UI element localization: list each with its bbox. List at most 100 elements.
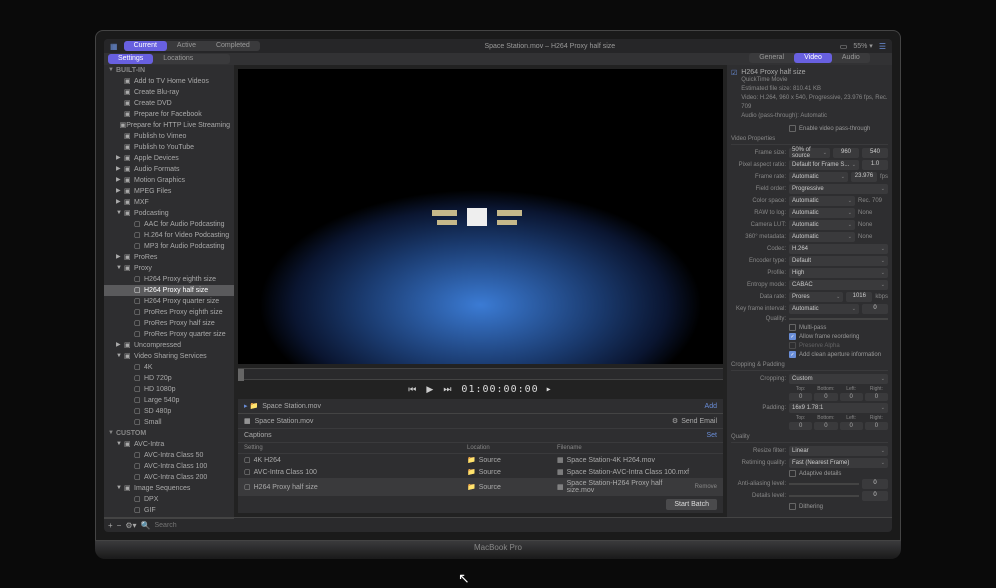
prop-select[interactable]: Prores⌄: [789, 292, 843, 302]
tree-item[interactable]: ▶▣MXF: [104, 197, 234, 208]
checkbox[interactable]: ✓: [789, 351, 796, 358]
batch-row[interactable]: ▢H264 Proxy half size📁Source▦Space Stati…: [238, 478, 723, 496]
prop-value[interactable]: 540: [862, 148, 888, 158]
skip-forward-button[interactable]: ⏭: [443, 384, 451, 395]
preset-menu-button[interactable]: ⚙▾: [125, 521, 136, 530]
checkbox[interactable]: [789, 342, 796, 349]
tree-item[interactable]: ▼▣Podcasting: [104, 208, 234, 219]
quality-prop-select[interactable]: Linear⌄: [789, 446, 888, 456]
tree-item[interactable]: ▢Small: [104, 417, 234, 428]
prop-select[interactable]: CABAC⌄: [789, 280, 888, 290]
tree-item[interactable]: ▣Prepare for HTTP Live Streaming: [104, 120, 234, 131]
tab-locations[interactable]: Locations: [153, 54, 203, 64]
tree-item[interactable]: ▢TGA: [104, 516, 234, 517]
tree-item[interactable]: ▼▣Image Sequences: [104, 483, 234, 494]
quality-prop-select[interactable]: Fast (Nearest Frame)⌄: [789, 458, 888, 468]
tab-video[interactable]: Video: [794, 53, 832, 63]
detail-slider[interactable]: [789, 495, 859, 497]
prop-value[interactable]: 23.976: [851, 172, 877, 182]
zoom-select[interactable]: 55% ▾: [853, 42, 872, 50]
preset-check-icon[interactable]: ☑: [731, 69, 737, 77]
prop-select[interactable]: Progressive⌄: [789, 184, 888, 194]
tree-item[interactable]: ▣Create DVD: [104, 98, 234, 109]
aa-slider[interactable]: [789, 483, 859, 485]
play-button[interactable]: ▶: [426, 384, 433, 395]
adaptive-checkbox[interactable]: [789, 470, 796, 477]
aa-value[interactable]: 0: [862, 479, 888, 489]
add-button[interactable]: Add: [705, 403, 717, 410]
dithering-checkbox[interactable]: [789, 503, 796, 510]
quality-slider[interactable]: [789, 318, 888, 320]
skip-back-button[interactable]: ⏮: [408, 384, 416, 395]
batch-row[interactable]: ▢AVC-Intra Class 100📁Source▦Space Statio…: [238, 466, 723, 478]
tree-item[interactable]: ▶▣MPEG Files: [104, 186, 234, 197]
tree-item[interactable]: ▢AVC-Intra Class 50: [104, 450, 234, 461]
tab-general[interactable]: General: [749, 53, 794, 63]
tree-item[interactable]: ▣Create Blu-ray: [104, 87, 234, 98]
tree-item[interactable]: ▢DPX: [104, 494, 234, 505]
prop-select[interactable]: Automatic⌄: [789, 220, 855, 230]
prop-select[interactable]: Automatic⌄: [789, 232, 855, 242]
tree-item[interactable]: ▢HD 1080p: [104, 384, 234, 395]
prop-select[interactable]: Default⌄: [789, 256, 888, 266]
tree-item[interactable]: ▢H.264 for Video Podcasting: [104, 230, 234, 241]
inspector-toggle-icon[interactable]: ☰: [879, 42, 886, 51]
tab-settings[interactable]: Settings: [108, 54, 153, 64]
gear-icon[interactable]: ⚙: [672, 417, 678, 425]
prop-select[interactable]: Automatic⌄: [789, 196, 855, 206]
start-batch-button[interactable]: Start Batch: [666, 499, 717, 510]
prop-value[interactable]: 960: [833, 148, 859, 158]
tree-item[interactable]: ▶▣Motion Graphics: [104, 175, 234, 186]
tab-active[interactable]: Active: [167, 41, 206, 51]
tree-category[interactable]: ▼CUSTOM: [104, 428, 234, 439]
send-email-label[interactable]: Send Email: [681, 418, 717, 425]
prop-select[interactable]: Automatic⌄: [789, 172, 848, 182]
search-input[interactable]: [155, 522, 246, 529]
prop-select[interactable]: 50% of source⌄: [789, 148, 830, 158]
tab-current[interactable]: Current: [124, 41, 167, 51]
prop-select[interactable]: Default for Frame S...⌄: [789, 160, 859, 170]
tree-category[interactable]: ▼BUILT-IN: [104, 65, 234, 76]
batch-row[interactable]: ▢4K H264📁Source▦Space Station-4K H264.mo…: [238, 454, 723, 466]
tree-item[interactable]: ▢H264 Proxy half size: [104, 285, 234, 296]
tree-item[interactable]: ▢AVC-Intra Class 200: [104, 472, 234, 483]
prop-select[interactable]: High⌄: [789, 268, 888, 278]
tree-item[interactable]: ▼▣Proxy: [104, 263, 234, 274]
crop-value[interactable]: 0: [865, 393, 888, 401]
pad-value[interactable]: 0: [865, 422, 888, 430]
checkbox[interactable]: [789, 324, 796, 331]
tree-item[interactable]: ▢AVC-Intra Class 100: [104, 461, 234, 472]
prop-value[interactable]: 0: [862, 304, 888, 314]
tree-item[interactable]: ▢ProRes Proxy quarter size: [104, 329, 234, 340]
tree-item[interactable]: ▶▣ProRes: [104, 252, 234, 263]
crop-value[interactable]: 0: [840, 393, 863, 401]
tree-item[interactable]: ▶▣Audio Formats: [104, 164, 234, 175]
tree-item[interactable]: ▢ProRes Proxy eighth size: [104, 307, 234, 318]
sidebar-toggle-icon[interactable]: ▦: [110, 42, 118, 51]
tree-item[interactable]: ▢H264 Proxy quarter size: [104, 296, 234, 307]
remove-button[interactable]: Remove: [695, 484, 717, 490]
crop-value[interactable]: 0: [789, 393, 812, 401]
tab-completed[interactable]: Completed: [206, 41, 260, 51]
tree-item[interactable]: ▢HD 720p: [104, 373, 234, 384]
tree-item[interactable]: ▢AAC for Audio Podcasting: [104, 219, 234, 230]
crop-value[interactable]: 0: [814, 393, 837, 401]
tree-item[interactable]: ▣Prepare for Facebook: [104, 109, 234, 120]
tree-item[interactable]: ▼▣AVC-Intra: [104, 439, 234, 450]
prop-value[interactable]: 1016: [846, 292, 872, 302]
tree-item[interactable]: ▣Add to TV Home Videos: [104, 76, 234, 87]
prop-value[interactable]: 1.0: [862, 160, 888, 170]
add-preset-button[interactable]: +: [108, 521, 113, 530]
tree-item[interactable]: ▶▣Apple Devices: [104, 153, 234, 164]
prop-select[interactable]: Automatic⌄: [789, 304, 859, 314]
timeline[interactable]: [238, 368, 723, 380]
tree-item[interactable]: ▢GIF: [104, 505, 234, 516]
tree-item[interactable]: ▣Publish to Vimeo: [104, 131, 234, 142]
timecode[interactable]: 01:00:00:00 ▸: [461, 384, 552, 395]
tree-item[interactable]: ▢H264 Proxy eighth size: [104, 274, 234, 285]
prop-select[interactable]: Automatic⌄: [789, 208, 855, 218]
tree-item[interactable]: ▢4K: [104, 362, 234, 373]
tree-item[interactable]: ▢Large 540p: [104, 395, 234, 406]
remove-preset-button[interactable]: −: [117, 521, 122, 530]
tab-audio[interactable]: Audio: [832, 53, 870, 63]
